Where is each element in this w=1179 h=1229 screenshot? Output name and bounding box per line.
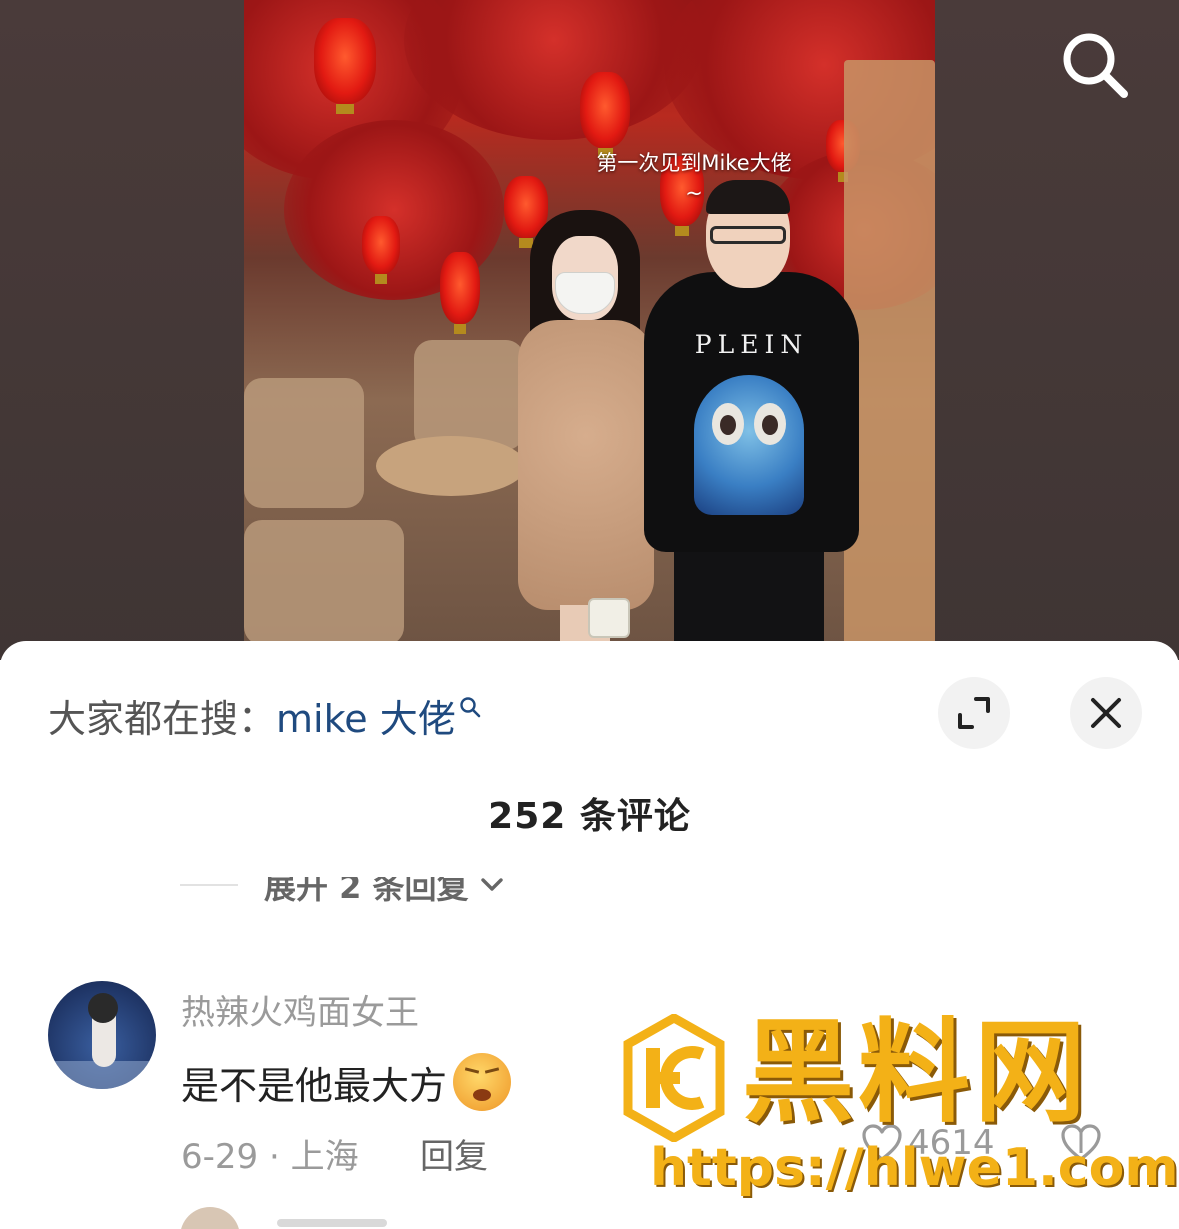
search-icon[interactable] xyxy=(1058,28,1132,102)
comment-body: 是不是他最大方 xyxy=(181,1053,512,1111)
chevron-down-icon xyxy=(480,878,503,891)
comment-text: 是不是他最大方 xyxy=(181,1063,448,1108)
like-button[interactable]: 4614 xyxy=(860,1123,995,1163)
handbag xyxy=(588,598,630,638)
ghost-eye xyxy=(754,403,786,445)
lantern-decoration xyxy=(314,18,376,114)
smirk-emoji-icon xyxy=(453,1053,512,1111)
small-search-icon xyxy=(460,697,481,718)
armchair xyxy=(244,520,404,645)
dislike-button[interactable] xyxy=(1058,1123,1104,1167)
man-figure: PLEIN xyxy=(644,180,859,645)
pants xyxy=(674,545,824,645)
hot-search-bar[interactable]: 大家都在搜： mike 大佬 xyxy=(48,691,482,741)
caption-line-2: ~ xyxy=(685,181,703,205)
dislike-icon xyxy=(1061,1124,1101,1161)
hoodie-print-text: PLEIN xyxy=(694,330,809,359)
video-caption: 第一次见到Mike大佬 ~ xyxy=(544,148,844,208)
avatar[interactable] xyxy=(48,981,156,1089)
expand-button[interactable] xyxy=(938,677,1010,749)
dress xyxy=(518,320,654,610)
like-count: 4614 xyxy=(908,1123,995,1163)
video-player[interactable]: PLEIN 第一次见到Mike大佬 ~ xyxy=(0,0,1179,660)
comment-username[interactable]: 热辣火鸡面女王 xyxy=(181,985,419,1034)
close-icon xyxy=(1091,698,1121,728)
caption-line-1: 第一次见到Mike大佬 xyxy=(596,151,792,175)
comment-username-placeholder xyxy=(277,1219,387,1227)
comment-item: 热辣火鸡面女王 是不是他最大方 6-29 · 上海 回复 4614 xyxy=(48,981,1148,1177)
heart-icon xyxy=(862,1124,902,1161)
scroll-clip xyxy=(0,863,1179,877)
reply-button[interactable]: 回复 xyxy=(420,1129,488,1178)
divider-line xyxy=(180,884,238,886)
ghost-eye xyxy=(712,403,744,445)
armchair xyxy=(244,378,364,508)
lantern-decoration xyxy=(580,72,630,158)
lantern-decoration xyxy=(362,216,400,284)
ghost-print xyxy=(694,375,804,515)
close-button[interactable] xyxy=(1070,677,1142,749)
hot-search-prefix: 大家都在搜： xyxy=(48,696,277,741)
comment-sheet: 大家都在搜： mike 大佬 252 条评论 展开 2 条回复 热辣火鸡面女王 … xyxy=(0,641,1179,1229)
hot-search-keyword[interactable]: mike 大佬 xyxy=(276,688,456,743)
expand-icon xyxy=(958,697,990,729)
comment-date-location: 6-29 · 上海 xyxy=(181,1137,359,1177)
avatar-head xyxy=(88,993,118,1023)
video-frame: PLEIN 第一次见到Mike大佬 ~ xyxy=(244,0,935,645)
avatar[interactable] xyxy=(180,1207,240,1229)
lantern-decoration xyxy=(440,252,480,334)
glasses xyxy=(710,226,786,244)
comment-count-title: 252 条评论 xyxy=(488,796,691,837)
search-icon-graphic xyxy=(1063,33,1128,98)
